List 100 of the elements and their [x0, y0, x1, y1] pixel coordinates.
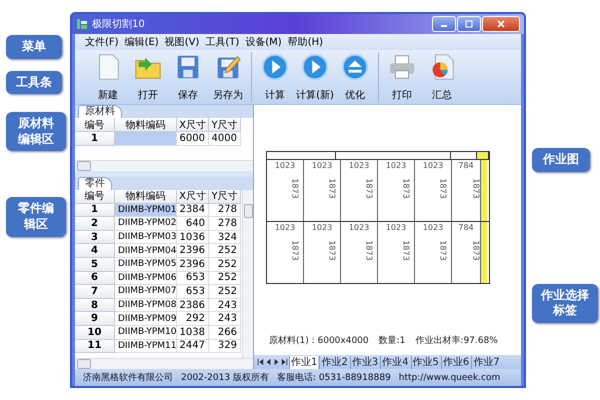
table-cell[interactable]: DIIMB-YPM03 — [115, 230, 177, 244]
row-header: 3 — [75, 230, 115, 244]
eject-icon — [340, 52, 370, 82]
table-cell[interactable]: DIIMB-YPM02 — [115, 217, 177, 231]
table-cell: 292 — [177, 312, 209, 326]
menu-item[interactable]: 工具(T) — [205, 35, 240, 49]
toolbar-button[interactable]: 计算 — [257, 52, 293, 102]
column-header[interactable]: X尺寸 — [177, 118, 209, 132]
table-cell[interactable]: DIIMB-YPM05 — [115, 258, 177, 272]
status-text: 2002-2013 版权所有 — [181, 372, 269, 384]
table-cell: 1038 — [177, 326, 209, 340]
minimize-button[interactable] — [432, 16, 456, 32]
row-header: 7 — [75, 285, 115, 299]
table-cell[interactable]: DIIMB-YPM07 — [115, 285, 177, 299]
table-cell: 6000 — [177, 132, 209, 146]
toolbar-button[interactable]: 汇总 — [424, 52, 460, 102]
piece-width: 1023 — [312, 223, 332, 232]
piece-width: 784 — [458, 223, 474, 232]
column-header[interactable]: 编号 — [75, 118, 115, 132]
last-icon[interactable] — [281, 358, 288, 366]
toolbar-button[interactable]: 保存 — [170, 52, 206, 102]
table-cell: 1036 — [177, 230, 209, 244]
row-header: 1 — [75, 204, 115, 218]
status-text: 客服电话: 0531-88918889 — [276, 372, 391, 384]
table-cell[interactable]: DIIMB-YPM09 — [115, 312, 177, 326]
row-header: 11 — [75, 340, 115, 354]
table-cell: 243 — [209, 312, 241, 326]
panel-tab[interactable]: 零件 — [78, 177, 112, 190]
summary-text: 原材料(1) : 6000x4000 — [269, 334, 369, 347]
piece-width: 1023 — [422, 223, 444, 232]
row-header: 8 — [75, 298, 115, 312]
scroll-bar[interactable] — [242, 190, 253, 358]
close-button[interactable] — [482, 16, 520, 32]
panel-tab[interactable]: 原材料 — [78, 105, 122, 118]
piece-width: 1023 — [386, 223, 406, 232]
table-cell[interactable]: DIIMB-YPM01 — [115, 204, 177, 218]
toolbar-button[interactable]: 打开 — [130, 52, 166, 102]
piece-height: 1873 — [472, 240, 480, 261]
table-cell: 653 — [177, 285, 209, 299]
piece-width: 1023 — [348, 161, 370, 170]
piece-width: 784 — [458, 161, 474, 170]
table-cell: 266 — [209, 326, 241, 340]
table-cell: 252 — [209, 285, 241, 299]
close-icon — [497, 20, 505, 28]
menu-item[interactable]: 设备(M) — [245, 35, 282, 49]
piece-height: 1873 — [290, 178, 300, 199]
summary-text: 作业出材率:97.68% — [415, 334, 498, 347]
scroll-bar[interactable] — [75, 358, 253, 369]
table-cell: 278 — [209, 204, 241, 218]
toolbar-button[interactable]: 计算(新) — [297, 52, 333, 102]
status-text: http://www.queek.com — [398, 372, 500, 382]
piece-height: 1873 — [364, 240, 374, 261]
piece-height: 1873 — [290, 240, 300, 261]
table-cell: 2447 — [177, 340, 209, 354]
menu-item[interactable]: 视图(V) — [164, 35, 200, 49]
row-header: 5 — [75, 258, 115, 272]
table-cell[interactable]: DIIMB-YPM11 — [115, 340, 177, 354]
column-header[interactable]: Y尺寸 — [209, 118, 241, 132]
toolbar-button[interactable]: 优化 — [337, 52, 373, 102]
piece-width: 1023 — [422, 161, 444, 170]
menu-item[interactable]: 帮助(H) — [288, 35, 324, 49]
column-header[interactable]: 物料编码 — [115, 190, 177, 204]
piece-width: 1023 — [386, 161, 406, 170]
toolbar-button[interactable]: 另存为 — [210, 52, 246, 102]
piece-width: 1023 — [312, 161, 332, 170]
status-text: 济南黑格软件有限公司 — [83, 372, 173, 384]
table-cell[interactable]: DIIMB-YPM04 — [115, 244, 177, 258]
table-cell: 252 — [209, 272, 241, 286]
row-header: 9 — [75, 312, 115, 326]
row-header: 6 — [75, 272, 115, 286]
column-header[interactable]: 编号 — [75, 190, 115, 204]
next-icon[interactable] — [273, 358, 280, 366]
window-title: 极限切割10 — [92, 18, 146, 31]
menu-item[interactable]: 文件(F) — [85, 35, 119, 49]
table-cell[interactable]: DIIMB-YPM06 — [115, 272, 177, 286]
toolbar-button[interactable]: 打印 — [384, 52, 420, 102]
table-cell: 324 — [209, 230, 241, 244]
column-header[interactable]: Y尺寸 — [209, 190, 241, 204]
piece-height: 1873 — [438, 240, 448, 261]
piece-height: 1873 — [402, 240, 410, 261]
table-cell: 640 — [177, 217, 209, 231]
play-icon — [260, 52, 290, 82]
play-icon — [300, 52, 330, 82]
toolbar-button[interactable]: 新建 — [90, 52, 126, 102]
callout-label: 工具条 — [6, 70, 62, 94]
piece-height: 1873 — [328, 178, 336, 199]
maximize-button[interactable] — [457, 16, 481, 32]
table-cell[interactable]: DIIMB-YPM08 — [115, 298, 177, 312]
table-cell[interactable]: DIIMB-YPM10 — [115, 326, 177, 340]
callout-label: 零件编辑区 — [6, 197, 66, 237]
previous-icon[interactable] — [265, 358, 272, 366]
job-tab[interactable]: 作业1 — [289, 356, 318, 368]
table-cell[interactable] — [115, 132, 177, 146]
first-icon[interactable] — [257, 358, 264, 366]
maximize-icon — [465, 20, 473, 28]
column-header[interactable]: 物料编码 — [115, 118, 177, 132]
table-cell: 278 — [209, 217, 241, 231]
column-header[interactable]: X尺寸 — [177, 190, 209, 204]
scroll-bar[interactable] — [75, 160, 253, 171]
menu-item[interactable]: 编辑(E) — [124, 35, 159, 49]
